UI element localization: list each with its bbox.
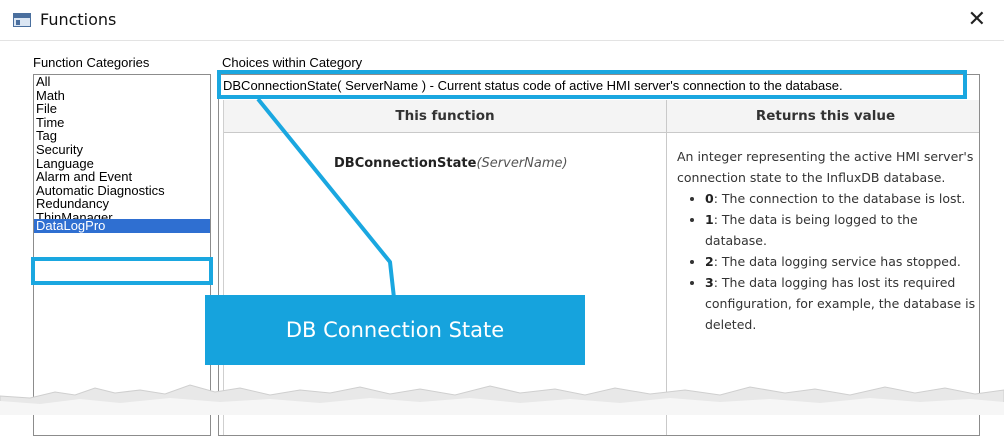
callout-db-connection-state: DB Connection State xyxy=(205,295,585,365)
torn-edge xyxy=(0,384,1004,415)
